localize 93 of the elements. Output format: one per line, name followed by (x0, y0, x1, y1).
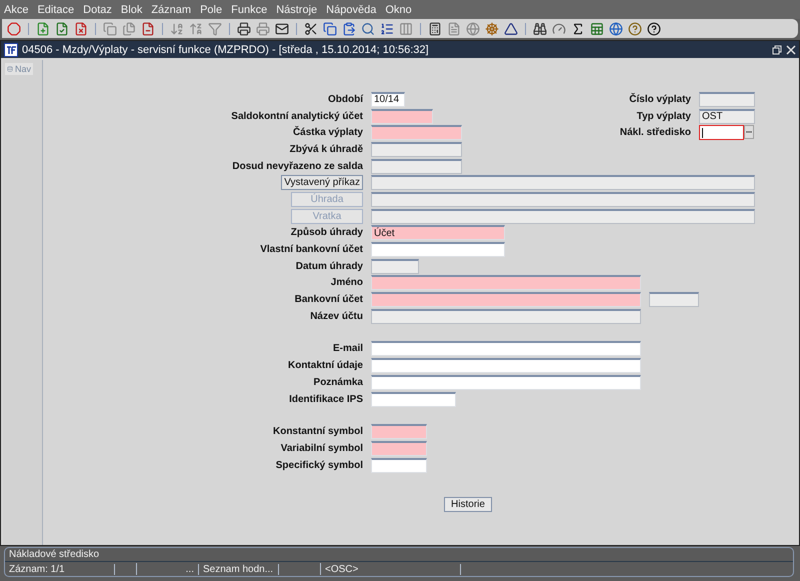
input-field[interactable] (371, 258, 419, 274)
paste-icon[interactable] (341, 20, 357, 36)
input-field[interactable] (371, 175, 755, 190)
menu-item[interactable]: Blok (120, 4, 142, 16)
close-icon[interactable] (786, 44, 796, 54)
input-field[interactable] (371, 392, 456, 407)
status-segment: Seznam hodn... (199, 564, 279, 574)
input-field[interactable] (371, 458, 427, 473)
status-segment: <OSC> (321, 564, 461, 574)
field-label: Konstantní symbol (272, 426, 363, 438)
add-record-icon[interactable] (35, 20, 51, 36)
field-label: Období (328, 94, 363, 105)
field-label: Název účtu (310, 310, 363, 322)
input-field[interactable] (699, 92, 755, 107)
history-button[interactable]: Historie (444, 497, 492, 512)
input-field[interactable] (371, 440, 427, 456)
field-label: Zbývá k úhradě (290, 144, 363, 155)
calculator-icon[interactable] (427, 20, 443, 36)
field-label: Jméno (330, 277, 363, 288)
field-label: Kontaktní údaje (288, 360, 363, 372)
menu-item[interactable]: Záznam (151, 4, 192, 16)
input-field[interactable] (699, 125, 744, 140)
copy-icon[interactable] (322, 20, 338, 36)
input-field[interactable] (371, 208, 755, 224)
input-field[interactable] (371, 192, 755, 207)
app-logo-icon (4, 42, 18, 56)
menu-item[interactable]: Funkce (231, 4, 268, 16)
spreadsheet-icon[interactable] (589, 20, 605, 36)
status-segment: Záznam: 1/1 (5, 564, 115, 574)
input-field[interactable] (371, 358, 641, 374)
field-label: E-mail (332, 343, 363, 354)
duplicate-icon[interactable] (121, 20, 137, 36)
input-field[interactable] (371, 158, 462, 174)
field-label: Dosud nevyřazeno ze salda (232, 160, 363, 172)
copy-record-icon[interactable] (102, 20, 118, 36)
input-field[interactable] (371, 424, 427, 440)
database-icon (7, 65, 13, 73)
menu-item[interactable]: Okno (385, 4, 412, 16)
scissors-icon[interactable] (303, 20, 319, 36)
input-field[interactable] (371, 242, 505, 258)
input-field[interactable] (371, 125, 462, 140)
menu-item[interactable]: Dotaz (83, 4, 112, 16)
restore-icon[interactable] (772, 44, 782, 54)
input-field[interactable]: 10/14 (371, 92, 405, 107)
field-label: Variabilní symbol (280, 442, 363, 454)
globe-icon[interactable] (608, 20, 624, 36)
status-segment: ... (137, 564, 199, 574)
field-label: Nákl. středisko (620, 127, 691, 138)
input-field[interactable] (371, 374, 641, 390)
field-label: Vlastní bankovní účet (260, 244, 363, 256)
filter-icon[interactable] (207, 20, 223, 36)
input-field[interactable] (649, 292, 699, 308)
exit-icon[interactable] (6, 20, 22, 36)
field-label: Způsob úhrady (290, 227, 363, 238)
lookup-button[interactable] (744, 125, 754, 140)
help-icon[interactable] (646, 20, 662, 36)
menu-item[interactable]: Editace (37, 4, 74, 16)
nav-item[interactable]: Nav (5, 63, 33, 75)
field-label: Identifikace IPS (289, 394, 363, 405)
input-field[interactable]: Účet (371, 225, 505, 240)
field-label: Číslo výplaty (629, 94, 691, 105)
menu-item[interactable]: Pole (200, 4, 222, 16)
field-label: Datum úhrady (296, 260, 363, 272)
field-label: Specifický symbol (276, 460, 363, 471)
menu-item[interactable]: Nástroje (276, 4, 318, 16)
menu-item[interactable]: Akce (4, 4, 28, 16)
ship-wheel-icon[interactable] (484, 20, 500, 36)
print-icon[interactable] (236, 20, 252, 36)
form-button[interactable]: Vystavený příkaz (281, 175, 363, 190)
binoculars-icon[interactable] (532, 20, 548, 36)
field-label: Saldokontní analytický účet (231, 110, 363, 122)
input-field[interactable] (371, 142, 462, 157)
input-field[interactable] (371, 341, 641, 356)
triangle-icon[interactable] (503, 20, 519, 36)
nav-label: Nav (14, 64, 31, 74)
search-icon[interactable] (360, 20, 376, 36)
dots-icon (746, 131, 752, 134)
status-message: Nákladové středisko (9, 549, 100, 560)
field-label: Poznámka (314, 376, 363, 388)
save-record-icon[interactable] (54, 20, 70, 36)
delete-record-icon[interactable] (73, 20, 89, 36)
input-field[interactable]: OST (699, 108, 755, 124)
globe-icon[interactable] (465, 20, 481, 36)
input-field[interactable] (371, 108, 433, 124)
field-label: Částka výplaty (292, 127, 363, 138)
window-title: 04506 - Mzdy/Výplaty - servisní funkce (MZPRDO) - [středa , 15.10.2014; 10:56:32] (22, 44, 430, 56)
input-field[interactable] (371, 292, 641, 308)
input-field[interactable] (371, 308, 641, 324)
input-field[interactable] (371, 275, 641, 290)
field-label: Typ výplaty (636, 110, 691, 122)
field-label: Bankovní účet (294, 294, 363, 306)
remove-icon[interactable] (140, 20, 156, 36)
menu-item[interactable]: Nápověda (326, 4, 376, 16)
